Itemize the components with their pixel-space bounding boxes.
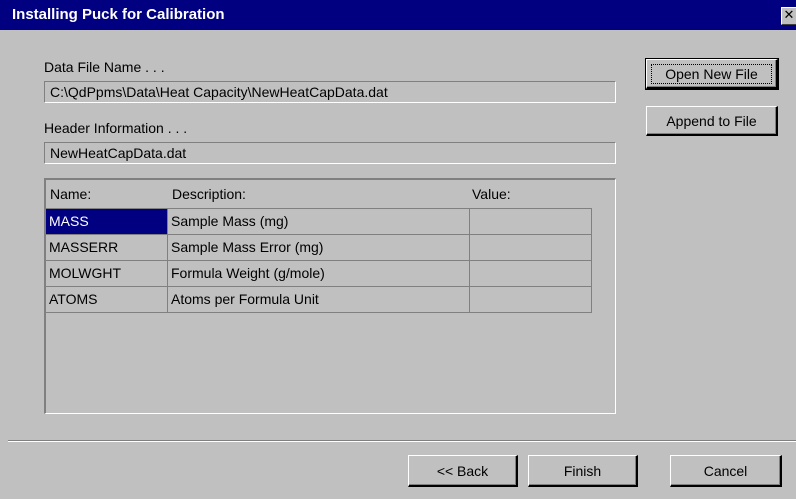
header-information-label: Header Information . . .	[44, 120, 188, 136]
table-row[interactable]: MASS Sample Mass (mg)	[46, 208, 592, 235]
cell-description[interactable]: Formula Weight (g/mole)	[168, 261, 470, 287]
data-file-name-label: Data File Name . . .	[44, 59, 165, 75]
cancel-button[interactable]: Cancel	[670, 455, 782, 487]
cell-description[interactable]: Sample Mass Error (mg)	[168, 235, 470, 261]
finish-label: Finish	[563, 462, 602, 479]
cell-value[interactable]	[470, 235, 592, 261]
cell-description[interactable]: Atoms per Formula Unit	[168, 287, 470, 313]
cell-description[interactable]: Sample Mass (mg)	[168, 209, 470, 235]
header-info-grid: Name: Description: Value: MASS Sample Ma…	[44, 178, 616, 414]
cell-value[interactable]	[470, 261, 592, 287]
append-to-file-label: Append to File	[666, 112, 757, 129]
cell-value[interactable]	[470, 209, 592, 235]
table-row[interactable]: MOLWGHT Formula Weight (g/mole)	[46, 261, 592, 287]
cell-name[interactable]: ATOMS	[46, 287, 168, 313]
cell-name[interactable]: MOLWGHT	[46, 261, 168, 287]
back-label: << Back	[436, 462, 489, 479]
cell-name[interactable]: MASSERR	[46, 235, 168, 261]
column-header-description: Description:	[172, 186, 246, 202]
header-information-field[interactable]: NewHeatCapData.dat	[44, 142, 616, 164]
column-header-value: Value:	[472, 186, 511, 202]
table-row[interactable]: MASSERR Sample Mass Error (mg)	[46, 235, 592, 261]
close-icon[interactable]: ✕	[781, 7, 796, 25]
open-new-file-label: Open New File	[651, 63, 772, 84]
footer-divider-highlight	[8, 441, 796, 442]
cancel-label: Cancel	[703, 462, 748, 479]
table-row[interactable]: ATOMS Atoms per Formula Unit	[46, 287, 592, 313]
column-header-name: Name:	[50, 186, 92, 202]
finish-button[interactable]: Finish	[528, 455, 638, 487]
data-file-name-field: C:\QdPpms\Data\Heat Capacity\NewHeatCapD…	[44, 81, 616, 103]
open-new-file-button[interactable]: Open New File	[645, 58, 779, 90]
append-to-file-button[interactable]: Append to File	[646, 106, 778, 136]
cell-name[interactable]: MASS	[46, 209, 168, 235]
window-title: Installing Puck for Calibration	[12, 6, 225, 23]
cell-value[interactable]	[470, 287, 592, 313]
title-bar: Installing Puck for Calibration ✕	[0, 0, 796, 30]
back-button[interactable]: << Back	[408, 455, 518, 487]
